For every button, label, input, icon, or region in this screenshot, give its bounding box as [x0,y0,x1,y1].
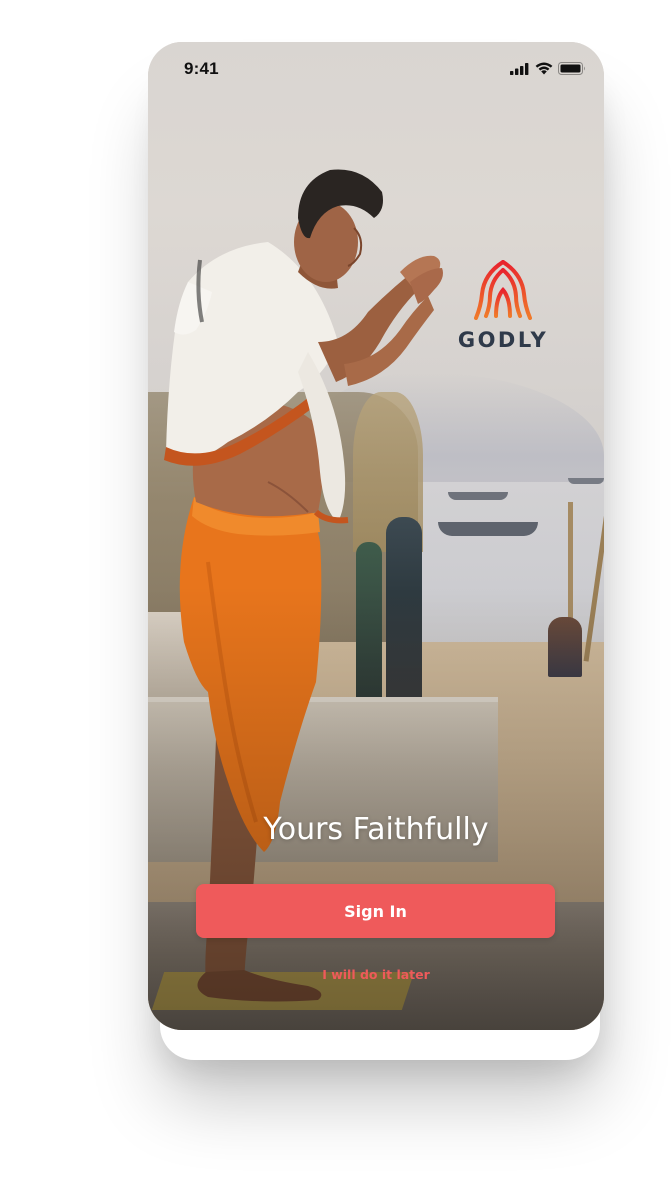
status-icons [510,62,586,75]
wifi-icon [535,62,553,75]
phone-frame: 9:41 GODLY Yours Faithfully Sign In I wi… [148,42,604,1030]
bottom-vignette [148,42,604,1030]
skip-later-link[interactable]: I will do it later [148,967,604,982]
status-bar: 9:41 [148,42,604,96]
signal-icon [510,62,529,75]
tagline: Yours Faithfully [263,812,489,847]
battery-icon [558,62,585,75]
brand-logo: GODLY [448,260,558,360]
sign-in-button[interactable]: Sign In [196,884,555,938]
brand-wordmark: GODLY [457,328,549,352]
praying-hands-logo-icon [474,260,532,320]
status-time: 9:41 [184,59,219,78]
background-photo [148,42,604,1030]
screen-stage: 9:41 GODLY Yours Faithfully Sign In I wi… [0,0,672,1204]
